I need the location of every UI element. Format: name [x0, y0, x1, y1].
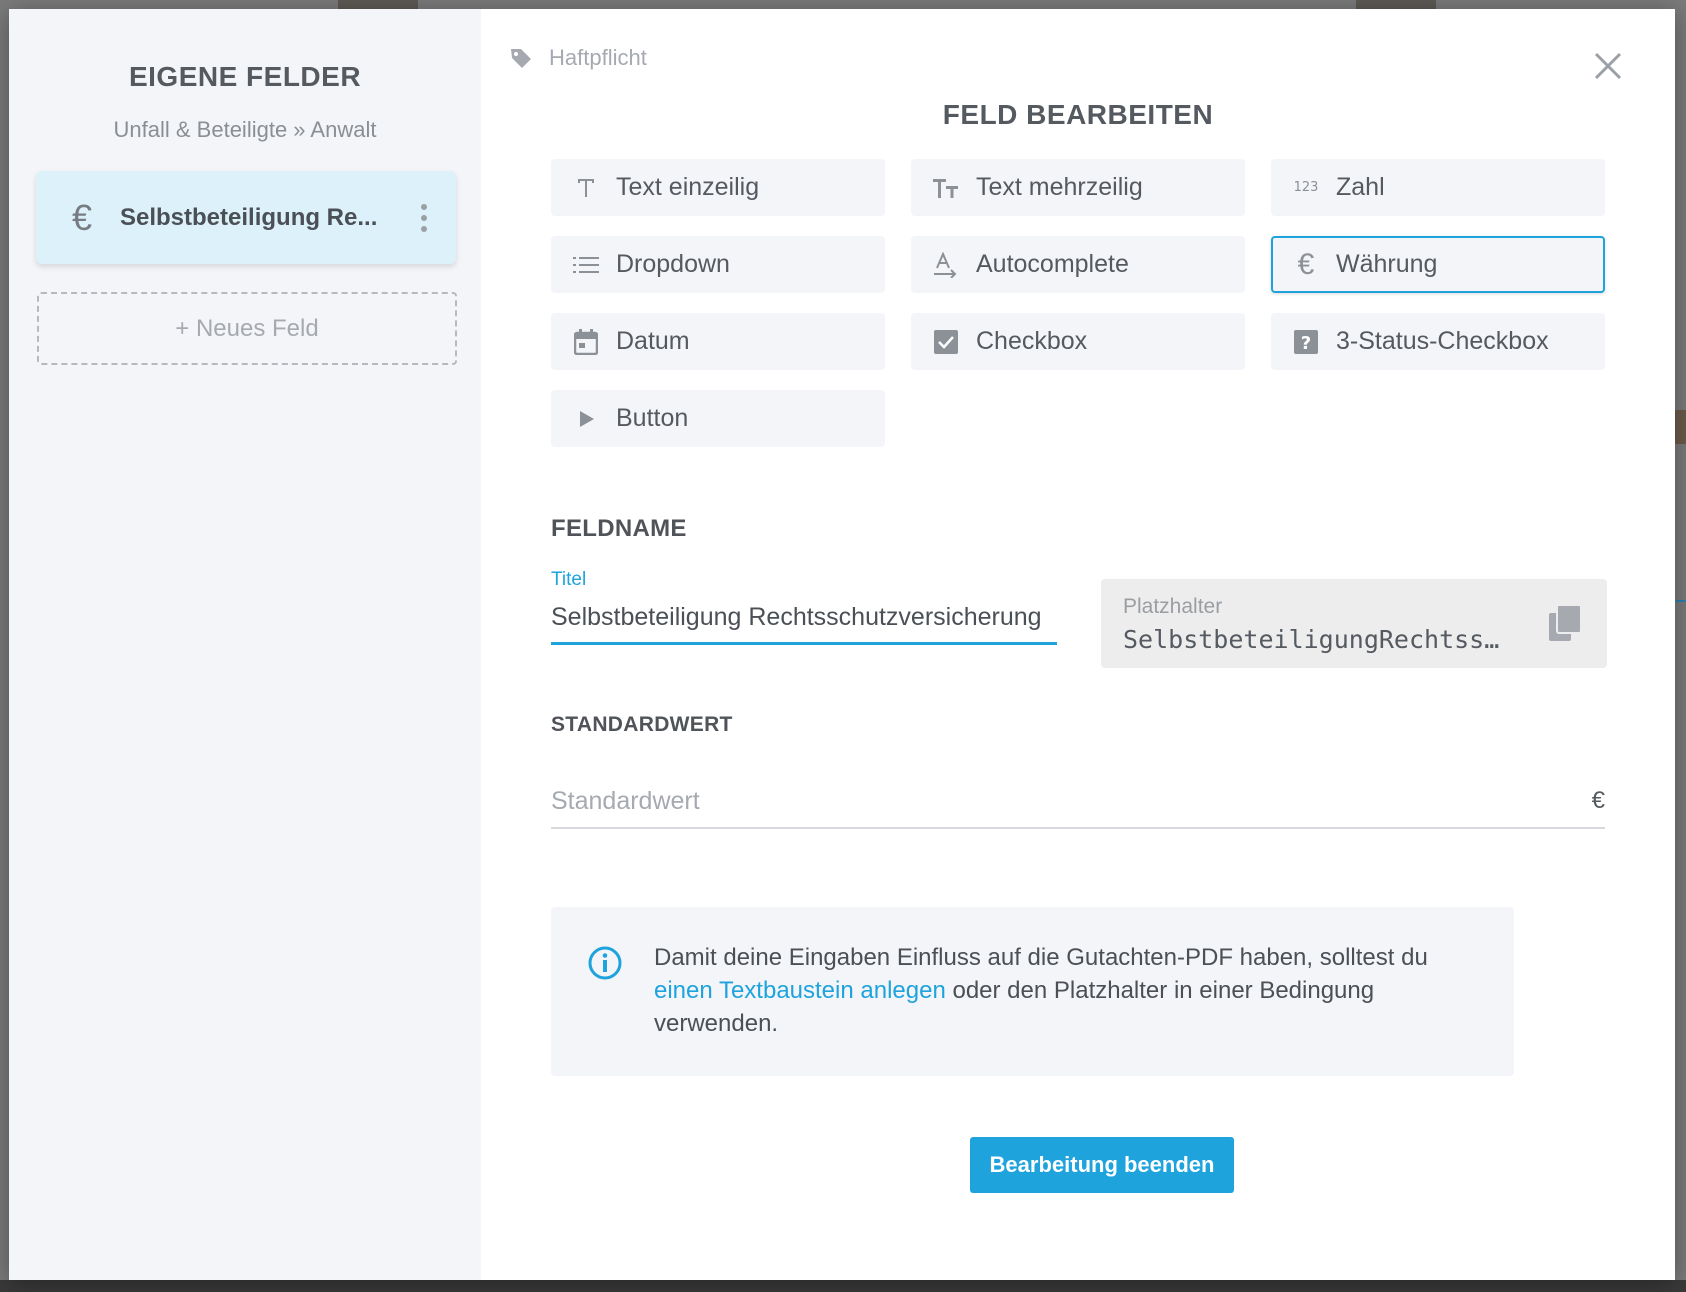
- field-type-label: Währung: [1336, 250, 1438, 278]
- field-type-currency[interactable]: € Währung: [1271, 236, 1605, 293]
- default-value-placeholder: Standardwert: [551, 787, 700, 815]
- page-title: FELD BEARBEITEN: [942, 99, 1214, 130]
- field-type-text-single[interactable]: Text einzeilig: [551, 159, 885, 216]
- text-size-icon: [931, 173, 961, 203]
- default-value-input[interactable]: Standardwert €: [551, 787, 1605, 829]
- edit-field-modal: EIGENE FELDER Unfall & Beteiligte » Anwa…: [9, 9, 1675, 1280]
- placeholder-field-label: Platzhalter: [1123, 595, 1223, 618]
- currency-suffix: €: [1591, 787, 1605, 814]
- field-type-label: Datum: [616, 327, 690, 355]
- field-list-item-label: Selbstbeteiligung Re...: [120, 203, 378, 231]
- field-type-label: Text mehrzeilig: [976, 173, 1143, 201]
- field-list-item[interactable]: € Selbstbeteiligung Re...: [36, 171, 456, 264]
- field-type-tristate-checkbox[interactable]: ? 3-Status-Checkbox: [1271, 313, 1605, 370]
- field-type-checkbox[interactable]: Checkbox: [911, 313, 1245, 370]
- checkbox-icon: [931, 327, 961, 357]
- background-element: [0, 1280, 1686, 1292]
- feldname-section-label: FELDNAME: [551, 515, 687, 542]
- svg-text:?: ?: [1301, 333, 1311, 354]
- title-field[interactable]: Titel Selbstbeteiligung Rechtsschutzvers…: [551, 569, 1057, 645]
- field-type-text-multi[interactable]: Text mehrzeilig: [911, 159, 1245, 216]
- tag-label: Haftpflicht: [549, 45, 647, 70]
- autocomplete-icon: [931, 250, 961, 280]
- finish-editing-button[interactable]: Bearbeitung beenden: [970, 1137, 1234, 1193]
- tag-label-row: Haftpflicht: [509, 45, 647, 71]
- field-type-label: Text einzeilig: [616, 173, 760, 201]
- play-icon: [571, 404, 601, 434]
- title-field-label: Titel: [551, 569, 587, 590]
- numeric-icon: 123: [1293, 180, 1319, 195]
- custom-fields-sidebar: EIGENE FELDER Unfall & Beteiligte » Anwa…: [9, 9, 481, 1280]
- field-type-date[interactable]: Datum: [551, 313, 885, 370]
- field-type-number[interactable]: 123 Zahl: [1271, 159, 1605, 216]
- create-text-block-link[interactable]: einen Textbaustein anlegen: [654, 977, 946, 1004]
- field-type-dropdown[interactable]: Dropdown: [551, 236, 885, 293]
- placeholder-field: Platzhalter SelbstbeteiligungRechtss…: [1101, 579, 1607, 668]
- info-notice: Damit deine Eingaben Einfluss auf die Gu…: [551, 907, 1514, 1076]
- field-type-label: 3-Status-Checkbox: [1336, 327, 1549, 355]
- question-box-icon: ?: [1291, 327, 1321, 357]
- info-icon: [588, 946, 622, 980]
- euro-icon: €: [71, 196, 93, 238]
- new-field-button[interactable]: + Neues Feld: [37, 292, 457, 365]
- info-text: Damit deine Eingaben Einfluss auf die Gu…: [654, 941, 1474, 1040]
- field-type-autocomplete[interactable]: Autocomplete: [911, 236, 1245, 293]
- field-type-label: Autocomplete: [976, 250, 1129, 278]
- field-type-label: Button: [616, 404, 689, 432]
- sidebar-title: EIGENE FELDER: [128, 61, 362, 92]
- field-type-label: Zahl: [1336, 173, 1385, 201]
- field-type-grid: Text einzeilig Text mehrzeilig 123 Zahl: [551, 159, 1605, 447]
- info-text-before: Damit deine Eingaben Einfluss auf die Gu…: [654, 944, 1428, 971]
- text-icon: [571, 173, 601, 203]
- calendar-icon: [571, 327, 601, 357]
- standardwert-section-label: STANDARDWERT: [551, 713, 733, 736]
- euro-icon: €: [1297, 247, 1315, 281]
- close-icon[interactable]: [1591, 49, 1625, 83]
- breadcrumb: Unfall & Beteiligte » Anwalt: [113, 117, 377, 142]
- placeholder-value: SelbstbeteiligungRechtss…: [1123, 625, 1500, 654]
- field-editor: Haftpflicht FELD BEARBEITEN Text einzeil…: [481, 9, 1675, 1280]
- field-type-label: Dropdown: [616, 250, 730, 278]
- more-vertical-icon[interactable]: [420, 204, 428, 232]
- list-icon: [571, 250, 601, 280]
- field-type-label: Checkbox: [976, 327, 1088, 355]
- copy-icon[interactable]: [1549, 605, 1581, 641]
- background-element: [1675, 410, 1686, 444]
- field-type-button[interactable]: Button: [551, 390, 885, 447]
- background-element: [1676, 600, 1686, 602]
- title-input[interactable]: Selbstbeteiligung Rechtsschutzversicheru…: [551, 603, 1057, 645]
- tag-icon: [511, 49, 531, 68]
